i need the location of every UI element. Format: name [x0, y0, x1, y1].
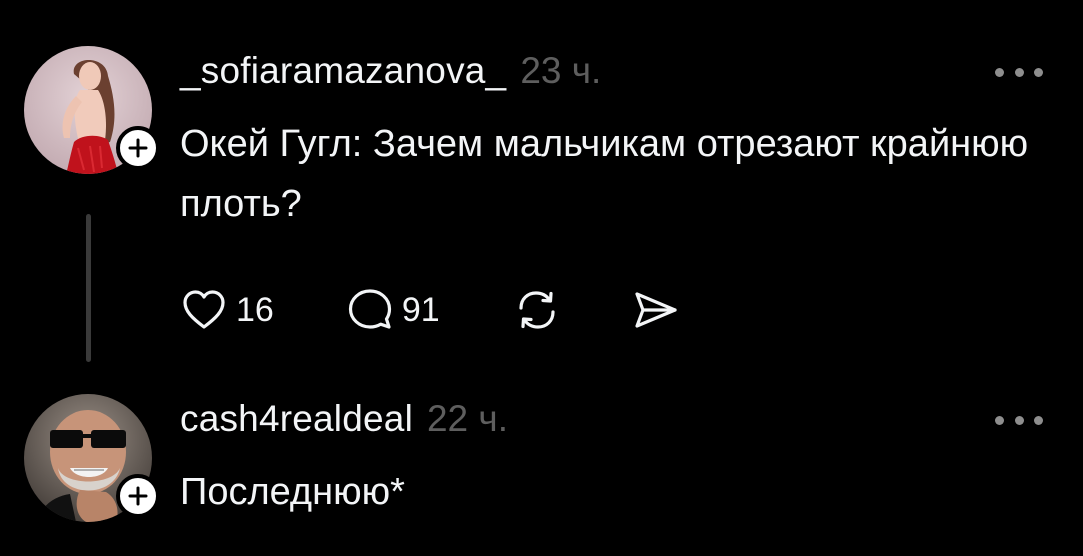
reply-count: 91	[401, 290, 440, 329]
username-link[interactable]: _sofiaramazanova_	[180, 50, 506, 92]
send-arrow-icon	[635, 292, 677, 328]
repost-button[interactable]	[512, 286, 562, 334]
thread-post: _sofiaramazanova_ 23 ч. Окей Гугл: Зачем…	[0, 0, 1083, 380]
avatar-container[interactable]	[24, 46, 160, 174]
like-button[interactable]: 16	[180, 286, 274, 334]
ellipsis-icon	[1014, 415, 1024, 425]
post-actions: 16 91	[180, 280, 680, 340]
post-time: 22 ч.	[426, 398, 508, 439]
follow-button[interactable]	[116, 126, 160, 170]
more-options-button[interactable]	[995, 62, 1043, 82]
follow-button[interactable]	[116, 474, 160, 518]
plus-icon	[128, 138, 148, 158]
post-time: 23 ч.	[520, 50, 602, 91]
like-count: 16	[236, 290, 274, 329]
ellipsis-icon	[1034, 415, 1043, 425]
avatar-container[interactable]	[24, 394, 160, 522]
plus-icon	[128, 486, 148, 506]
ellipsis-icon	[1034, 67, 1043, 77]
post-header: cash4realdeal 22 ч.	[180, 398, 508, 440]
ellipsis-icon	[995, 415, 1004, 425]
more-options-button[interactable]	[995, 410, 1043, 430]
share-button[interactable]	[630, 286, 680, 334]
ellipsis-icon	[995, 67, 1004, 77]
speech-bubble-icon	[348, 289, 391, 329]
ellipsis-icon	[1014, 67, 1024, 77]
post-header: _sofiaramazanova_ 23 ч.	[180, 50, 601, 92]
repost-arrows-icon	[519, 291, 555, 329]
username-link[interactable]: cash4realdeal	[180, 398, 413, 440]
reply-button[interactable]: 91	[346, 286, 440, 334]
heart-icon	[183, 290, 225, 329]
thread-post: cash4realdeal 22 ч. Последнюю*	[0, 380, 1083, 556]
post-text: Последнюю*	[180, 471, 405, 513]
post-text: Окей Гугл: Зачем мальчикам отрезают край…	[180, 123, 1029, 225]
thread-line	[86, 214, 91, 362]
